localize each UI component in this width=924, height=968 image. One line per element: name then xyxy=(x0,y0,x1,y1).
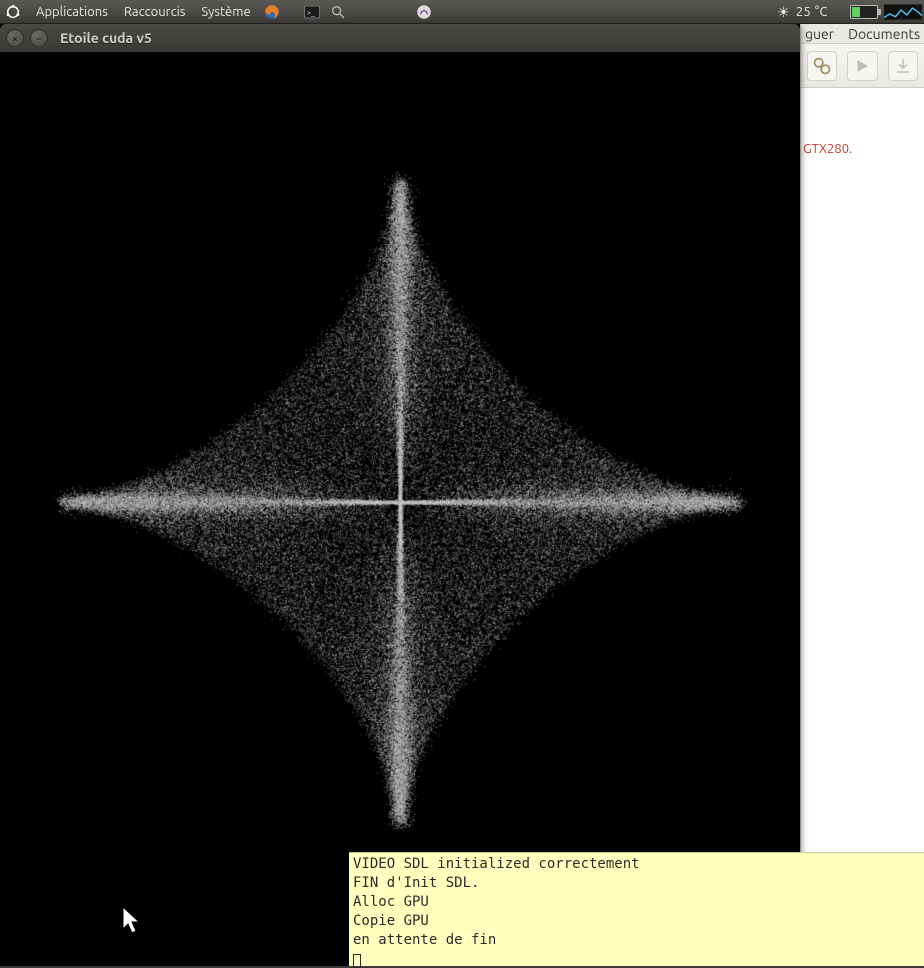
terminal-line: en attente de fin xyxy=(353,932,496,948)
ide-window: guer Documents GTX280. xyxy=(800,24,924,852)
network-graph-icon[interactable] xyxy=(884,4,922,20)
system-tray: ☀ 25 °C xyxy=(777,4,924,21)
terminal-line: VIDEO SDL initialized correctement xyxy=(353,856,640,872)
terminal-line: FIN d'Init SDL. xyxy=(353,875,479,891)
app-indicator-icon[interactable] xyxy=(413,1,435,23)
firefox-icon[interactable] xyxy=(261,1,283,23)
menu-applications[interactable]: Applications xyxy=(28,0,116,24)
menu-raccourcis[interactable]: Raccourcis xyxy=(116,0,194,24)
ide-menu-item[interactable]: Documents xyxy=(848,26,920,42)
desktop-area[interactable] xyxy=(0,852,349,966)
ide-toolbar xyxy=(801,44,924,88)
ide-menubar: guer Documents xyxy=(801,24,924,44)
menu-systeme[interactable]: Système xyxy=(193,0,258,24)
terminal-output[interactable]: VIDEO SDL initialized correctement FIN d… xyxy=(349,852,924,966)
ide-text-snippet: GTX280. xyxy=(803,142,852,156)
svg-text:>_: >_ xyxy=(306,9,314,17)
build-settings-button[interactable] xyxy=(807,51,837,81)
terminal-line: Copie GPU xyxy=(353,913,429,929)
terminal-line: Alloc GPU xyxy=(353,894,429,910)
close-button[interactable]: × xyxy=(6,29,24,47)
terminal-launcher-icon[interactable]: >_ xyxy=(301,1,323,23)
ide-editor[interactable]: GTX280. xyxy=(801,88,924,852)
sim-window: × – Etoile cuda v5 xyxy=(0,24,800,856)
run-button[interactable] xyxy=(847,51,877,81)
temperature-indicator[interactable]: 25 °C xyxy=(796,5,828,19)
window-title: Etoile cuda v5 xyxy=(60,30,152,46)
window-titlebar[interactable]: × – Etoile cuda v5 xyxy=(0,24,800,52)
minimize-button[interactable]: – xyxy=(30,29,48,47)
top-panel: Applications Raccourcis Système >_ ☀ 25 … xyxy=(0,0,924,24)
weather-icon[interactable]: ☀ xyxy=(777,4,790,21)
download-button[interactable] xyxy=(888,51,918,81)
battery-icon[interactable] xyxy=(850,5,878,19)
ubuntu-logo-icon[interactable] xyxy=(2,1,24,23)
search-icon[interactable] xyxy=(327,1,349,23)
simulation-canvas[interactable] xyxy=(0,52,800,852)
ide-menu-item[interactable]: guer xyxy=(805,26,834,42)
